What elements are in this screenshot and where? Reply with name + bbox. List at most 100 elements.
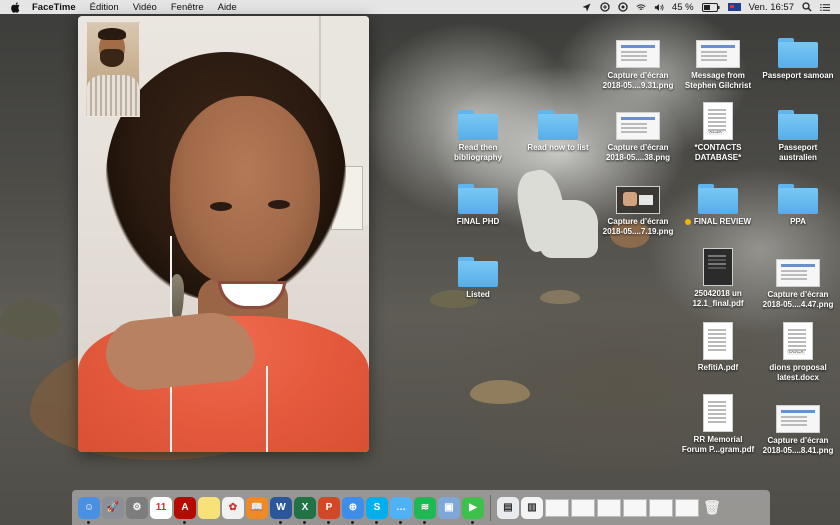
desktop-icon-screenshot-0931[interactable]: Capture d’écran 2018-05....9.31.png bbox=[596, 30, 680, 91]
sync-icon[interactable] bbox=[600, 2, 610, 12]
notification-center-icon[interactable] bbox=[820, 2, 830, 12]
desktop-icon-label: FINAL REVIEW bbox=[684, 217, 752, 227]
menu-help[interactable]: Aide bbox=[218, 2, 237, 13]
messages-icon[interactable]: … bbox=[390, 496, 412, 524]
desktop-icon-contacts-database[interactable]: XLSX *CONTACTS DATABASE* bbox=[676, 96, 760, 163]
file-thumbnail bbox=[778, 176, 818, 214]
minimized-window-thumbnail[interactable] bbox=[675, 498, 699, 517]
remote-person-eye bbox=[268, 200, 290, 209]
file-thumbnail bbox=[776, 249, 820, 287]
photo-file-icon bbox=[616, 186, 660, 214]
desktop-icon-ppa[interactable]: PPA bbox=[756, 176, 840, 227]
desktop-icon-label: 25042018 un 12.1_final.pdf bbox=[692, 289, 744, 308]
desktop-icon-screenshot-0841[interactable]: Capture d’écran 2018-05....8.41.png bbox=[756, 395, 840, 456]
photos-icon[interactable]: ✿ bbox=[222, 496, 244, 519]
desktop-icon-read-now-to-list[interactable]: Read now to list bbox=[516, 102, 600, 153]
books-icon[interactable]: 📖 bbox=[246, 496, 268, 519]
desktop-icon-rr-memorial-pdf[interactable]: RR Memorial Forum P...gram.pdf bbox=[676, 388, 760, 455]
menu-video[interactable]: Vidéo bbox=[133, 2, 157, 13]
desktop-icon-label: Capture d’écran 2018-05....8.41.png bbox=[762, 436, 834, 455]
search-icon[interactable] bbox=[802, 2, 812, 12]
remote-person-eye bbox=[210, 202, 232, 211]
folder-icon bbox=[458, 257, 498, 287]
desktop-icon-label: RR Memorial Forum P...gram.pdf bbox=[681, 435, 755, 454]
minimized-window-thumbnail[interactable] bbox=[597, 498, 621, 517]
desktop-icon-label: Read then bibliography bbox=[454, 143, 502, 162]
excel-icon[interactable]: X bbox=[294, 496, 316, 524]
file-thumbnail bbox=[703, 316, 733, 360]
folder-icon bbox=[698, 184, 738, 214]
desktop-icon-refitia-pdf[interactable]: RefitiA.pdf bbox=[676, 316, 760, 373]
self-view-hair bbox=[98, 28, 126, 40]
xlsx-file-icon: XLSX bbox=[703, 102, 733, 140]
desktop-icon-label: Passeport australien bbox=[778, 143, 818, 162]
wallpaper-shoe bbox=[540, 200, 598, 258]
file-thumbnail bbox=[778, 102, 818, 140]
wallpaper-leaf bbox=[0, 300, 60, 340]
minimized-window-thumbnail[interactable] bbox=[623, 498, 647, 517]
facetime-window[interactable] bbox=[78, 16, 369, 452]
file-thumbnail: XLSX bbox=[703, 96, 733, 140]
launchpad-icon[interactable]: 🚀 bbox=[102, 496, 124, 519]
documents-stack-icon[interactable]: ▥ bbox=[521, 496, 543, 519]
desktop-icon-label-text: FINAL REVIEW bbox=[693, 217, 752, 226]
docx-file-icon: DOCX bbox=[783, 322, 813, 360]
desktop-icon-message-stephen[interactable]: Message from Stephen Gilchrist bbox=[676, 30, 760, 91]
desktop-icon-final-phd[interactable]: FINAL PHD bbox=[436, 176, 520, 227]
input-flag-icon[interactable] bbox=[727, 3, 741, 11]
earbud-wire bbox=[266, 366, 268, 452]
volume-icon[interactable] bbox=[654, 2, 664, 12]
desktop-icon-label: Capture d’écran 2018-05....7.19.png bbox=[602, 217, 674, 236]
downloads-stack-icon[interactable]: ▤ bbox=[497, 496, 519, 519]
word-icon[interactable]: W bbox=[270, 496, 292, 524]
vpn-icon[interactable] bbox=[618, 2, 628, 12]
desktop-icon-passeport-samoan[interactable]: Passeport samoan bbox=[756, 30, 840, 81]
desktop-icon-dions-proposal[interactable]: DOCX dions proposal latest.docx bbox=[756, 316, 840, 383]
calendar-icon[interactable]: 11 bbox=[150, 496, 172, 519]
minimized-window-thumbnail[interactable] bbox=[571, 498, 595, 517]
battery-percent: 45 % bbox=[671, 1, 694, 13]
desktop-icon-final-review[interactable]: FINAL REVIEW bbox=[676, 176, 760, 227]
desktop-icon-passeport-australien[interactable]: Passeport australien bbox=[756, 102, 840, 163]
facetime-icon[interactable]: ▶ bbox=[462, 496, 484, 524]
minimized-window-thumbnail[interactable] bbox=[649, 498, 673, 517]
wifi-icon[interactable] bbox=[636, 2, 646, 12]
yellow-tag-icon bbox=[684, 218, 691, 225]
desktop-icon-screenshot-0447[interactable]: Capture d’écran 2018-05....4.47.png bbox=[756, 249, 840, 310]
location-icon[interactable] bbox=[582, 2, 592, 12]
menu-bar: FaceTime Édition Vidéo Fenêtre Aide 45 %… bbox=[0, 0, 840, 14]
desktop-icon-label: dions proposal latest.docx bbox=[769, 363, 827, 382]
menu-app-name[interactable]: FaceTime bbox=[32, 2, 76, 13]
file-thumbnail bbox=[538, 102, 578, 140]
menu-edition[interactable]: Édition bbox=[90, 2, 119, 13]
dock-apps: ☺ 🚀 ⚙ 11 A ✿ 📖 W X P ⊕ S… ≋ ▣ ▶ bbox=[78, 496, 484, 524]
trash-icon[interactable]: 🗑 bbox=[701, 497, 723, 519]
desktop-icon-screenshot-38[interactable]: Capture d’écran 2018-05....38.png bbox=[596, 102, 680, 163]
self-view-pip[interactable] bbox=[86, 22, 140, 117]
folder-icon bbox=[458, 184, 498, 214]
menu-clock[interactable]: Ven. 16:57 bbox=[749, 2, 794, 13]
file-thumbnail bbox=[776, 395, 820, 433]
minimized-window-thumbnail[interactable] bbox=[545, 498, 569, 517]
pdf-file-icon bbox=[703, 322, 733, 360]
desktop-icon-label: Listed bbox=[466, 290, 490, 299]
menu-window[interactable]: Fenêtre bbox=[171, 2, 204, 13]
battery-icon[interactable] bbox=[701, 2, 720, 12]
file-thumbnail bbox=[696, 30, 740, 68]
system-preferences-icon[interactable]: ⚙ bbox=[126, 496, 148, 519]
stickies-icon[interactable] bbox=[198, 496, 220, 519]
desktop-icon-screenshot-0719[interactable]: Capture d’écran 2018-05....7.19.png bbox=[596, 176, 680, 237]
acrobat-icon[interactable]: A bbox=[174, 496, 196, 524]
pdf-file-icon bbox=[703, 248, 733, 286]
folder-icon bbox=[778, 38, 818, 68]
preview-icon[interactable]: ▣ bbox=[438, 496, 460, 519]
safari-icon[interactable]: ⊕ bbox=[342, 496, 364, 524]
spotify-icon[interactable]: ≋ bbox=[414, 496, 436, 524]
desktop-icon-read-then-bibliography[interactable]: Read then bibliography bbox=[436, 102, 520, 163]
skype-icon[interactable]: S bbox=[366, 496, 388, 524]
finder-icon[interactable]: ☺ bbox=[78, 496, 100, 524]
desktop-icon-listed[interactable]: Listed bbox=[436, 249, 520, 300]
apple-menu-icon[interactable] bbox=[10, 1, 22, 13]
desktop-icon-25042018-pdf[interactable]: 25042018 un 12.1_final.pdf bbox=[676, 242, 760, 309]
powerpoint-icon[interactable]: P bbox=[318, 496, 340, 524]
